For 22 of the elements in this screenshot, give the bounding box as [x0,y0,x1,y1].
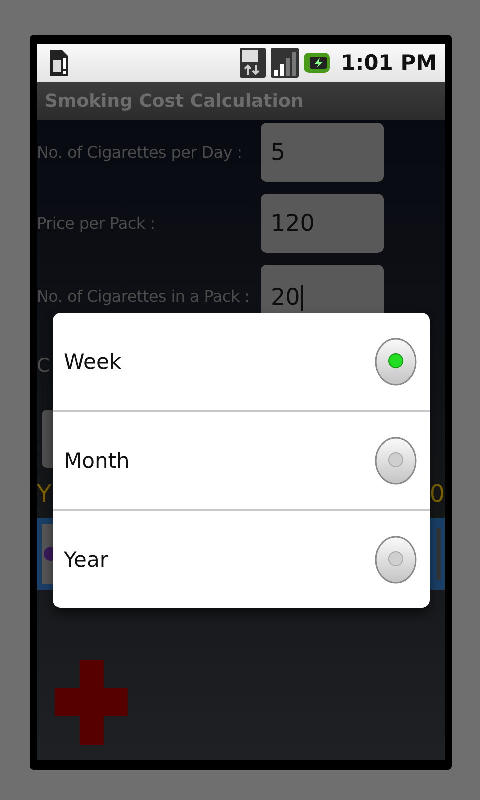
result-text: 0 [430,480,445,510]
radio-button[interactable] [375,338,417,386]
radio-button[interactable] [375,436,417,484]
field-label: Price per Pack : [37,214,156,233]
status-time: 1:01 PM [341,51,437,75]
option-label: Year [64,548,108,572]
signal-icon [271,48,300,78]
network-3g-icon [240,48,268,78]
option-row[interactable]: Week [53,313,430,412]
cross-icon [55,660,128,745]
battery-charging-icon [303,51,332,75]
app-title: Smoking Cost Calculation [45,90,304,112]
sim-alert-icon [47,48,71,78]
field-label: No. of Cigarettes per Day : [37,143,244,162]
option-label: Month [64,448,130,472]
field-label: C [37,355,52,379]
option-row[interactable]: Year [53,511,430,608]
option-label: Week [64,350,122,374]
field-label: No. of Cigarettes in a Pack : [37,287,251,306]
radio-button[interactable] [375,536,417,584]
option-row[interactable]: Month [53,412,430,511]
result-text: Y [37,480,52,510]
